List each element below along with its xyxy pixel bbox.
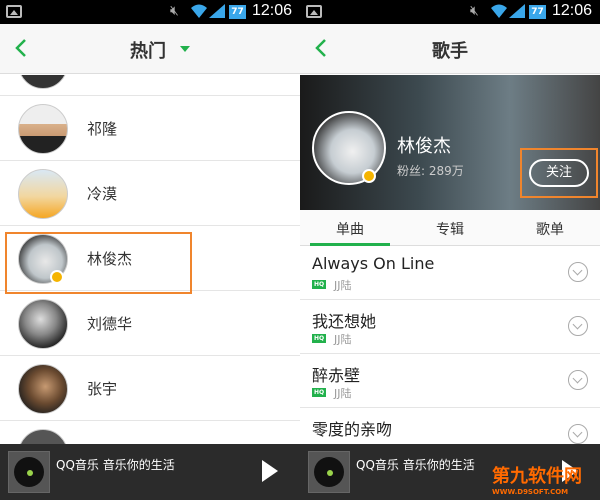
play-icon[interactable] bbox=[262, 460, 278, 482]
player-text: QQ音乐 音乐你的生活 bbox=[356, 458, 475, 472]
singer-name: 冷漠 bbox=[87, 185, 118, 203]
player-text: QQ音乐 音乐你的生活 bbox=[56, 458, 175, 472]
hq-badge: HQ bbox=[312, 334, 326, 343]
hq-badge: HQ bbox=[312, 388, 326, 397]
song-title: 我还想她 bbox=[312, 312, 377, 331]
song-artist: JJ陆 bbox=[334, 333, 352, 346]
chevron-down-icon[interactable] bbox=[568, 316, 588, 336]
mini-player[interactable]: QQ音乐 音乐你的生活 bbox=[0, 444, 300, 500]
battery-icon: 77 bbox=[229, 5, 246, 19]
watermark-url: WWW.D9SOFT.COM bbox=[492, 488, 569, 496]
back-arrow-icon[interactable] bbox=[10, 36, 34, 60]
image-notification-icon bbox=[306, 5, 322, 18]
follow-button[interactable]: 关注 bbox=[529, 159, 589, 187]
singer-name: 林俊杰 bbox=[397, 136, 451, 157]
avatar bbox=[18, 169, 68, 219]
dropdown-caret-icon[interactable] bbox=[180, 46, 190, 52]
wifi-icon bbox=[191, 4, 207, 18]
song-title: 零度的亲吻 bbox=[312, 420, 393, 439]
song-row[interactable]: 醉赤壁 HQ JJ陆 bbox=[300, 354, 600, 408]
singer-banner: 林俊杰 粉丝: 289万 关注 bbox=[300, 75, 600, 210]
avatar bbox=[18, 75, 68, 89]
clock: 12:06 bbox=[252, 2, 293, 19]
chevron-down-icon[interactable] bbox=[568, 424, 588, 444]
singer-detail-screen: 🔇︎ 77 12:06 歌手 林俊杰 粉丝: 289万 关注 单曲 专辑 歌单 … bbox=[300, 0, 600, 500]
chevron-down-icon[interactable] bbox=[568, 262, 588, 282]
watermark-text: 第九软件网 bbox=[492, 466, 582, 487]
album-disc-icon bbox=[8, 451, 50, 493]
album-disc-icon bbox=[308, 451, 350, 493]
selection-highlight bbox=[5, 232, 192, 294]
avatar bbox=[18, 364, 68, 414]
watermark-logo: 第九软件网 WWW.D9SOFT.COM bbox=[492, 462, 582, 496]
avatar bbox=[18, 299, 68, 349]
verified-badge-icon bbox=[362, 169, 376, 183]
song-artist: JJ陆 bbox=[334, 387, 352, 400]
battery-icon: 77 bbox=[529, 5, 546, 19]
song-title: 醉赤壁 bbox=[312, 366, 361, 385]
song-list: Always On Line HQ JJ陆 我还想她 HQ JJ陆 醉赤壁 HQ… bbox=[300, 246, 600, 444]
wifi-icon bbox=[491, 4, 507, 18]
chevron-down-icon[interactable] bbox=[568, 370, 588, 390]
singer-row-zhangyu[interactable]: 张宇 bbox=[0, 356, 300, 421]
singer-name: 张宇 bbox=[87, 380, 118, 398]
song-row[interactable]: 我还想她 HQ JJ陆 bbox=[300, 300, 600, 354]
singer-name: 祁隆 bbox=[87, 120, 118, 138]
song-row[interactable]: 零度的亲吻 bbox=[300, 408, 600, 444]
header: 歌手 bbox=[300, 24, 600, 74]
mute-icon: 🔇︎ bbox=[170, 3, 179, 19]
page-title: 热门 bbox=[130, 41, 166, 62]
singer-row[interactable] bbox=[0, 421, 300, 444]
signal-icon bbox=[509, 4, 525, 18]
tab-playlists[interactable]: 歌单 bbox=[500, 219, 600, 239]
singer-row-qilong[interactable]: 祁隆 bbox=[0, 96, 300, 161]
hq-badge: HQ bbox=[312, 280, 326, 289]
header: 热门 bbox=[0, 24, 300, 74]
page-title: 歌手 bbox=[432, 41, 468, 62]
song-title: Always On Line bbox=[312, 254, 435, 273]
song-artist: JJ陆 bbox=[334, 279, 352, 292]
status-bar: 🔇︎ 77 12:06 bbox=[300, 0, 600, 24]
clock: 12:06 bbox=[552, 2, 593, 19]
tab-singles[interactable]: 单曲 bbox=[300, 219, 400, 239]
singer-name: 刘德华 bbox=[87, 315, 133, 333]
tab-bar: 单曲 专辑 歌单 bbox=[300, 210, 600, 246]
song-row[interactable]: Always On Line HQ JJ陆 bbox=[300, 246, 600, 300]
mute-icon: 🔇︎ bbox=[470, 3, 479, 19]
avatar bbox=[18, 104, 68, 154]
fan-count: 粉丝: 289万 bbox=[397, 164, 464, 178]
signal-icon bbox=[209, 4, 225, 18]
avatar bbox=[18, 429, 68, 444]
status-bar: 🔇︎ 77 12:06 bbox=[0, 0, 300, 24]
hot-singers-screen: 🔇︎ 77 12:06 热门 祁隆 冷漠 林俊杰 刘德华 张宇 QQ音乐 音乐你… bbox=[0, 0, 300, 500]
tab-albums[interactable]: 专辑 bbox=[400, 219, 500, 239]
singer-row[interactable] bbox=[0, 75, 300, 96]
singer-row-lengmo[interactable]: 冷漠 bbox=[0, 161, 300, 226]
singer-row-liudehua[interactable]: 刘德华 bbox=[0, 291, 300, 356]
image-notification-icon bbox=[6, 5, 22, 18]
